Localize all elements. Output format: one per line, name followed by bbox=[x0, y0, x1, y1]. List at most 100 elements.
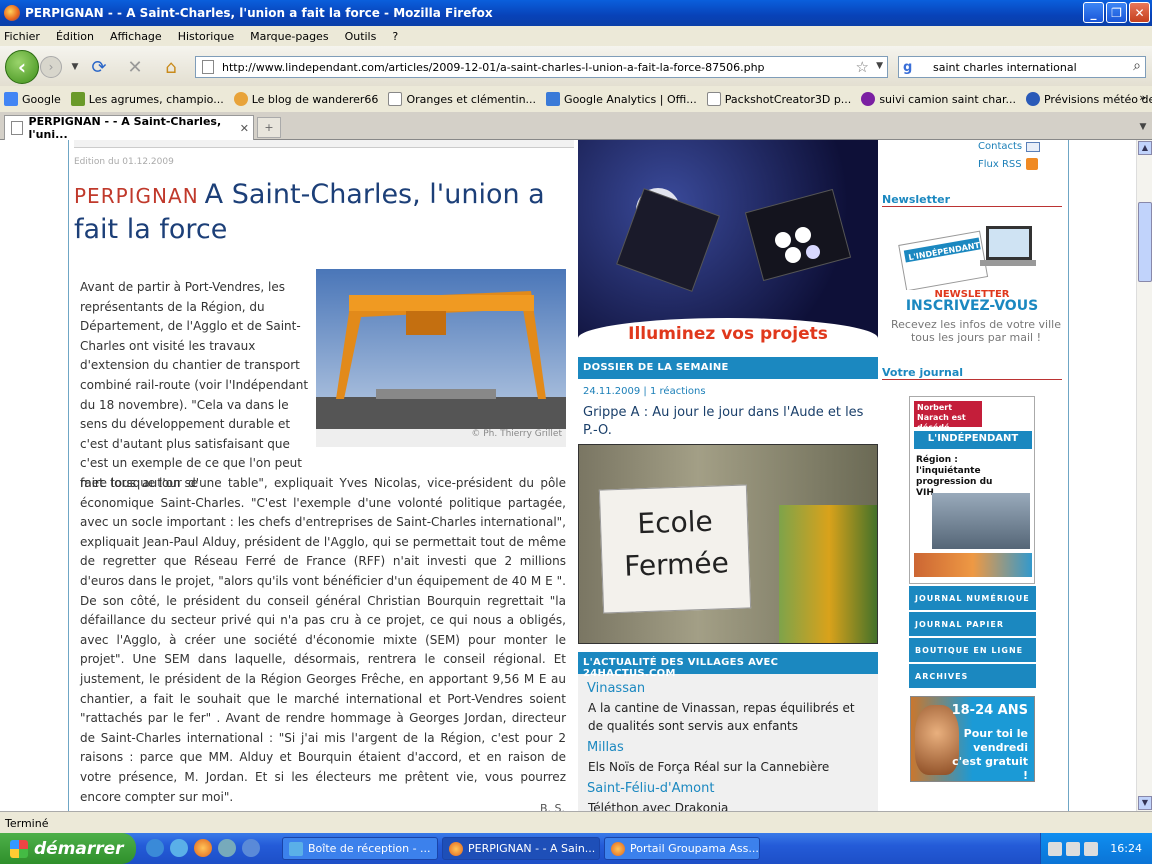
minimize-button[interactable]: _ bbox=[1083, 2, 1104, 23]
new-tab-button[interactable]: + bbox=[257, 117, 281, 138]
search-icon[interactable]: ⌕ bbox=[1133, 58, 1141, 74]
page-scrollbar[interactable]: ▲ ▼ bbox=[1136, 140, 1152, 811]
bookmark-suivi-camion[interactable]: suivi camion saint char... bbox=[861, 92, 1016, 106]
scroll-down-icon[interactable]: ▼ bbox=[1138, 796, 1152, 810]
task-groupama[interactable]: Portail Groupama Ass... bbox=[604, 837, 760, 860]
bookmarks-overflow-icon[interactable]: » bbox=[1139, 91, 1146, 104]
promo-banner[interactable]: 18-24 ANS Pour toi le vendredi c'est gra… bbox=[910, 696, 1035, 782]
journal-papier-link[interactable]: JOURNAL PAPIER bbox=[909, 612, 1036, 637]
village-news[interactable]: A la cantine de Vinassan, repas équilibr… bbox=[588, 699, 873, 735]
close-tab-icon[interactable]: ✕ bbox=[240, 122, 249, 135]
edition-date: Edition du 01.12.2009 bbox=[74, 157, 174, 167]
bookmark-packshot[interactable]: PackshotCreator3D p... bbox=[706, 92, 851, 106]
network-icon[interactable] bbox=[1048, 841, 1063, 856]
menu-edition[interactable]: Édition bbox=[56, 30, 94, 43]
quicklaunch-ie-icon[interactable] bbox=[146, 839, 164, 857]
back-button[interactable]: ‹ bbox=[5, 50, 39, 84]
menu-help[interactable]: ? bbox=[392, 30, 398, 43]
quicklaunch-app-icon[interactable] bbox=[242, 839, 260, 857]
scroll-up-icon[interactable]: ▲ bbox=[1138, 141, 1152, 155]
all-tabs-icon[interactable]: ▼ bbox=[1136, 117, 1150, 138]
article-photo[interactable] bbox=[316, 269, 566, 447]
bookmark-star-icon[interactable]: ☆ bbox=[856, 58, 869, 76]
task-firefox-article[interactable]: PERPIGNAN - - A Sain... bbox=[442, 837, 600, 860]
windows-logo-icon bbox=[10, 839, 28, 858]
reload-icon[interactable]: ⟳ bbox=[88, 56, 110, 78]
google-icon bbox=[4, 92, 18, 106]
article-paragraph-body: met tous autour d'une table", expliquait… bbox=[80, 476, 566, 804]
article-headline: PERPIGNAN A Saint-Charles, l'union a fait… bbox=[74, 178, 564, 246]
scroll-thumb[interactable] bbox=[1138, 202, 1152, 282]
search-input[interactable]: g saint charles international ⌕ bbox=[898, 56, 1146, 78]
security-icon[interactable] bbox=[1066, 841, 1081, 856]
newsletter-image[interactable]: L'INDÉPENDANT bbox=[898, 220, 1036, 292]
forward-button[interactable]: › bbox=[40, 56, 62, 78]
stop-icon[interactable]: ✕ bbox=[124, 56, 146, 78]
bookmark-analytics[interactable]: Google Analytics | Offi... bbox=[546, 92, 697, 106]
menu-marque-pages[interactable]: Marque-pages bbox=[250, 30, 328, 43]
promo-text: Pour toi le vendredi c'est gratuit ! bbox=[952, 727, 1028, 782]
journal-numerique-link[interactable]: JOURNAL NUMÉRIQUE bbox=[909, 586, 1036, 611]
newsletter-cta[interactable]: INSCRIVEZ-VOUS bbox=[882, 298, 1062, 314]
bookmark-meteo[interactable]: Prévisions météo de M... bbox=[1025, 92, 1152, 106]
promo-title: 18-24 ANS bbox=[951, 703, 1028, 718]
village-news[interactable]: Els Noïs de Força Réal sur la Cannebière bbox=[588, 758, 873, 776]
tab-article[interactable]: PERPIGNAN - - A Saint-Charles, l'uni... … bbox=[4, 115, 254, 141]
newsletter-header: Newsletter bbox=[882, 193, 1062, 207]
home-icon[interactable]: ⌂ bbox=[160, 56, 182, 78]
start-button[interactable]: démarrer bbox=[0, 833, 136, 864]
quicklaunch-media-icon[interactable] bbox=[218, 839, 236, 857]
quicklaunch-outlook-icon[interactable] bbox=[170, 839, 188, 857]
bookmark-oranges[interactable]: Oranges et clémentin... bbox=[388, 92, 536, 106]
ad-banner[interactable]: Illuminez vos projets bbox=[578, 140, 878, 352]
url-text: http://www.lindependant.com/articles/200… bbox=[222, 60, 765, 74]
bookmark-google[interactable]: Google bbox=[4, 92, 61, 106]
ecole-sign: Ecole Fermée bbox=[598, 484, 752, 614]
archives-link[interactable]: ARCHIVES bbox=[909, 664, 1036, 689]
quicklaunch-firefox-icon[interactable] bbox=[194, 839, 212, 857]
google-engine-icon[interactable]: g bbox=[903, 60, 912, 75]
task-inbox[interactable]: Boîte de réception - ... bbox=[282, 837, 438, 860]
bookmark-blog[interactable]: Le blog de wanderer66 bbox=[233, 92, 378, 106]
village-name[interactable]: Saint-Féliu-d'Amont bbox=[587, 781, 714, 796]
village-name[interactable]: Vinassan bbox=[587, 681, 645, 696]
volume-icon[interactable] bbox=[1084, 841, 1099, 856]
rss-link[interactable]: Flux RSS bbox=[978, 158, 1038, 170]
article-paragraph-intro: Avant de partir à Port-Vendres, les repr… bbox=[80, 280, 309, 490]
page-icon bbox=[388, 92, 403, 106]
page-icon bbox=[706, 92, 721, 106]
boutique-link[interactable]: BOUTIQUE EN LIGNE bbox=[909, 638, 1036, 663]
url-dropdown-icon[interactable]: ▼ bbox=[876, 61, 883, 71]
cover-headline-1: Norbert Narach est décédé bbox=[917, 403, 966, 432]
photo-credit: © Ph. Thierry Grillet bbox=[471, 429, 562, 439]
yahoo-icon bbox=[861, 92, 876, 106]
tab-bar: PERPIGNAN - - A Saint-Charles, l'uni... … bbox=[0, 112, 1152, 141]
dossier-title[interactable]: Grippe A : Au jour le jour dans l'Aude e… bbox=[583, 404, 873, 440]
url-bar[interactable]: http://www.lindependant.com/articles/200… bbox=[195, 56, 888, 78]
newsletter-description: Recevez les infos de votre ville tous le… bbox=[891, 318, 1061, 344]
firefox-icon bbox=[611, 841, 625, 856]
contacts-link[interactable]: Contacts bbox=[978, 141, 1041, 152]
close-button[interactable]: ✕ bbox=[1129, 2, 1150, 23]
windows-taskbar: démarrer Boîte de réception - ... PERPIG… bbox=[0, 833, 1152, 864]
menu-historique[interactable]: Historique bbox=[178, 30, 234, 43]
cover-strip bbox=[914, 553, 1032, 577]
window-titlebar[interactable]: PERPIGNAN - - A Saint-Charles, l'union a… bbox=[0, 0, 1152, 26]
menu-affichage[interactable]: Affichage bbox=[110, 30, 162, 43]
dossier-meta[interactable]: 24.11.2009 | 1 réactions bbox=[583, 386, 706, 397]
maximize-button[interactable]: ❐ bbox=[1106, 2, 1127, 23]
article-rubric[interactable]: PERPIGNAN bbox=[74, 184, 199, 208]
clock[interactable]: 16:24 bbox=[1110, 842, 1142, 855]
dossier-header: DOSSIER DE LA SEMAINE bbox=[578, 357, 878, 379]
village-name[interactable]: Millas bbox=[587, 740, 624, 755]
bookmark-agrumes[interactable]: Les agrumes, champio... bbox=[70, 92, 224, 106]
meteo-icon bbox=[1025, 92, 1040, 106]
cover-photo bbox=[932, 493, 1030, 549]
dossier-photo[interactable]: Ecole Fermée bbox=[578, 444, 878, 644]
village-news[interactable]: Téléthon avec Drakonia bbox=[588, 799, 873, 811]
menu-outils[interactable]: Outils bbox=[345, 30, 377, 43]
history-dropdown-icon[interactable]: ▼ bbox=[64, 56, 86, 78]
bookmarks-toolbar: Google Les agrumes, champio... Le blog d… bbox=[0, 88, 1152, 110]
journal-cover[interactable]: Norbert Narach est décédé L'INDÉPENDANT … bbox=[909, 396, 1035, 584]
menu-fichier[interactable]: Fichier bbox=[4, 30, 40, 43]
